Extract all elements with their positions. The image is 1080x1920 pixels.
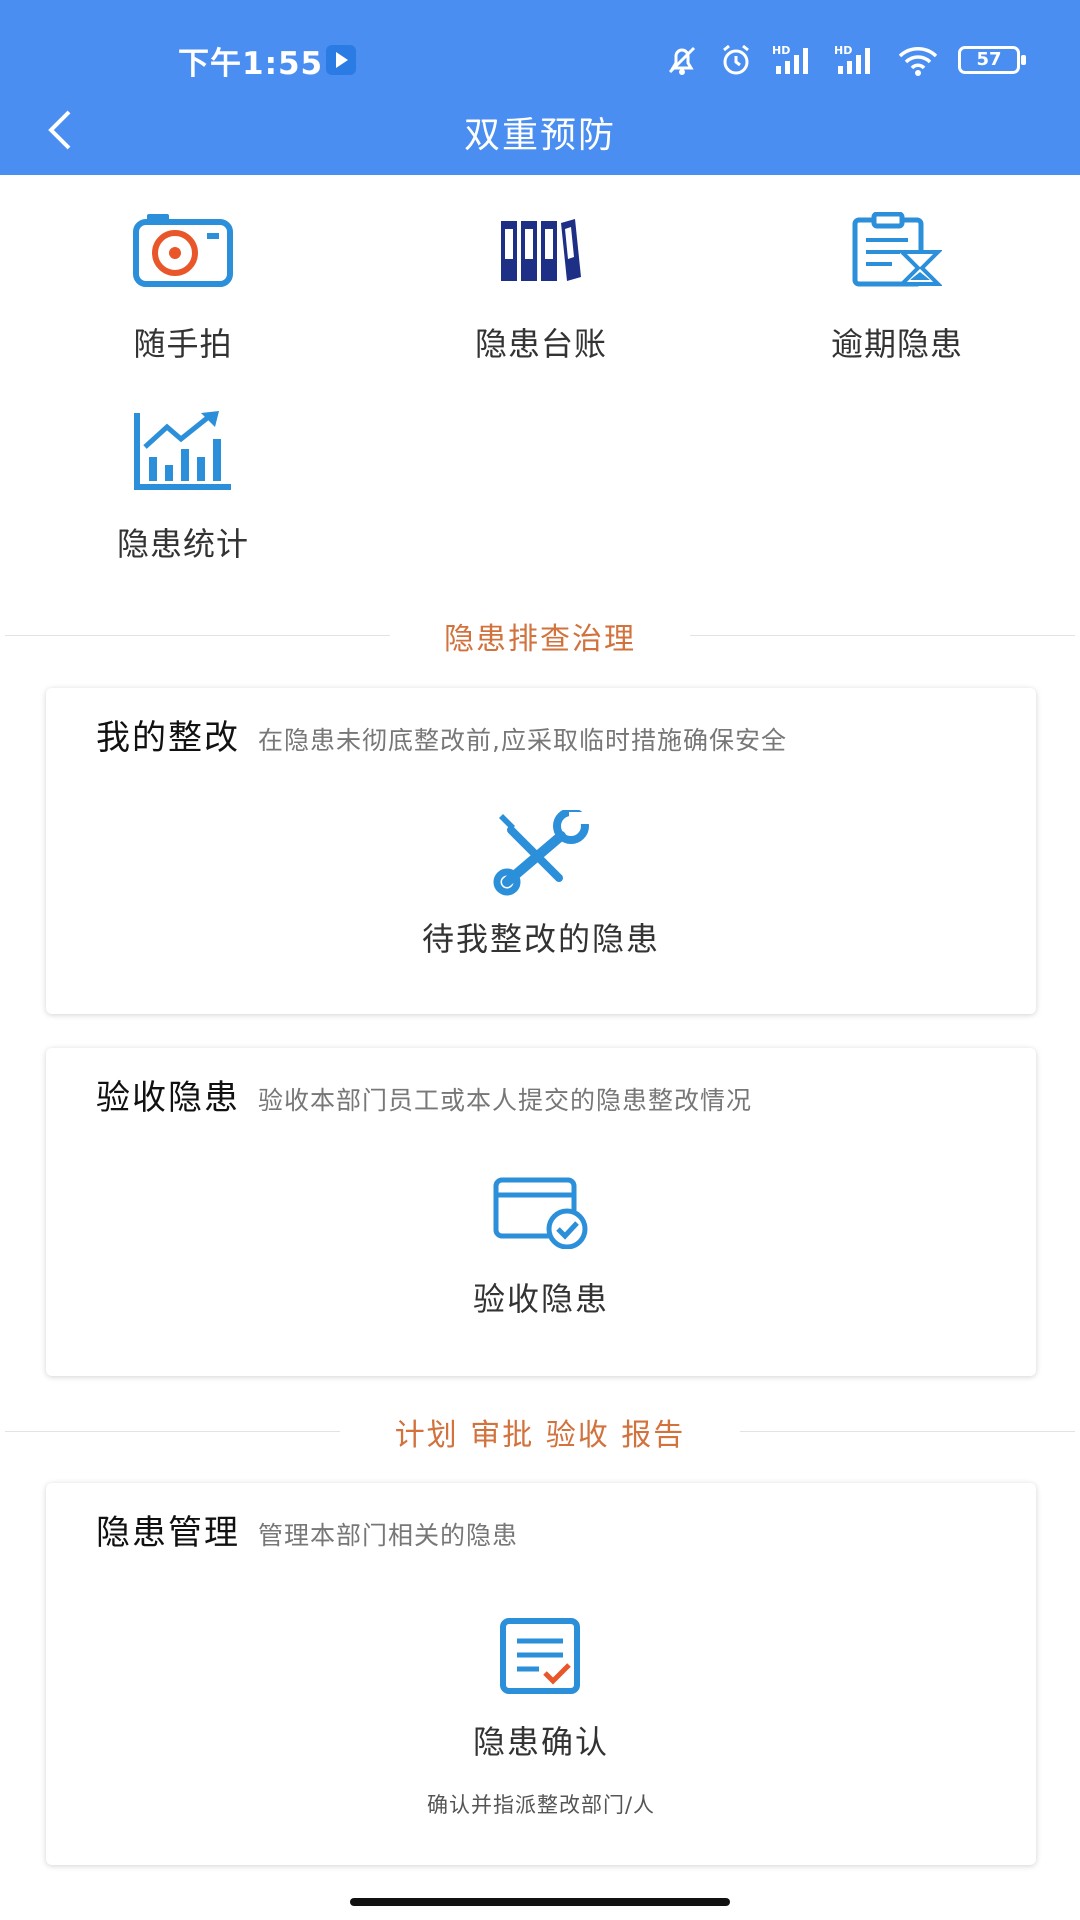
signal-hd-icon: HD xyxy=(772,44,808,74)
quick-item-snapshot[interactable]: 随手拍 xyxy=(33,205,333,365)
card-hazard-management: 隐患管理 管理本部门相关的隐患 隐患确认 确认并指派整改部门/人 xyxy=(46,1483,1036,1865)
quick-item-ledger[interactable]: 隐患台账 xyxy=(391,205,691,365)
quick-item-label: 隐患台账 xyxy=(474,325,607,363)
action-accept-hazards[interactable]: 验收隐患 xyxy=(46,1168,1036,1320)
status-icons: HD HD 57 xyxy=(664,42,1026,78)
status-bar: 下午1:55 HD HD 57 xyxy=(0,0,1080,100)
page-title: 双重预防 xyxy=(463,115,616,156)
alarm-icon xyxy=(723,44,749,75)
quick-item-overdue[interactable]: 逾期隐患 xyxy=(747,205,1047,365)
card-my-rectification: 我的整改 在隐患未彻底整改前,应采取临时措施确保安全 待我整改的隐患 xyxy=(46,688,1036,1014)
signal-hd-icon-2: HD xyxy=(834,44,870,74)
card-title: 验收隐患 xyxy=(96,1078,240,1118)
section-title: 隐患排查治理 xyxy=(444,622,636,657)
card-description: 管理本部门相关的隐患 xyxy=(258,1521,519,1550)
quick-item-label: 隐患统计 xyxy=(116,525,249,563)
svg-text:HD: HD xyxy=(772,44,790,57)
section-divider-workflow: 计划 审批 验收 报告 xyxy=(5,1406,1075,1456)
action-confirm-hazard[interactable]: 隐患确认 确认并指派整改部门/人 xyxy=(46,1611,1036,1819)
section-title: 计划 审批 验收 报告 xyxy=(394,1418,686,1453)
section-divider-inspection: 隐患排查治理 xyxy=(5,610,1075,660)
home-indicator[interactable] xyxy=(350,1898,730,1906)
ledger-books-icon xyxy=(501,219,581,281)
action-label: 验收隐患 xyxy=(472,1280,609,1318)
card-description: 验收本部门员工或本人提交的隐患整改情况 xyxy=(258,1086,753,1115)
card-title: 隐患管理 xyxy=(96,1513,240,1553)
clipboard-hourglass-icon xyxy=(852,212,942,287)
action-subtitle: 确认并指派整改部门/人 xyxy=(426,1793,656,1817)
card-description: 在隐患未彻底整改前,应采取临时措施确保安全 xyxy=(258,726,787,755)
action-label: 待我整改的隐患 xyxy=(421,920,660,958)
status-time: 下午1:55 xyxy=(178,46,324,82)
quick-item-label: 逾期隐患 xyxy=(830,325,963,363)
quick-item-statistics[interactable]: 隐患统计 xyxy=(33,405,333,565)
action-label: 隐患确认 xyxy=(472,1723,609,1761)
card-check-icon xyxy=(493,1177,588,1249)
document-check-icon xyxy=(500,1618,580,1694)
card-title: 我的整改 xyxy=(96,718,240,758)
app-header: 下午1:55 HD HD 57 双重预防 xyxy=(0,0,1080,175)
battery-indicator: 57 xyxy=(958,46,1026,74)
wifi-icon xyxy=(898,47,938,76)
wrench-screwdriver-icon xyxy=(493,810,591,896)
action-pending-rectification[interactable]: 待我整改的隐患 xyxy=(46,808,1036,960)
card-accept-hazards: 验收隐患 验收本部门员工或本人提交的隐患整改情况 验收隐患 xyxy=(46,1048,1036,1376)
mute-bell-icon xyxy=(668,46,696,75)
camera-icon xyxy=(133,214,233,287)
svg-text:HD: HD xyxy=(834,44,852,57)
quick-item-label: 随手拍 xyxy=(133,325,233,363)
bar-chart-trend-icon xyxy=(134,411,231,490)
app-notification-icon xyxy=(326,45,356,75)
